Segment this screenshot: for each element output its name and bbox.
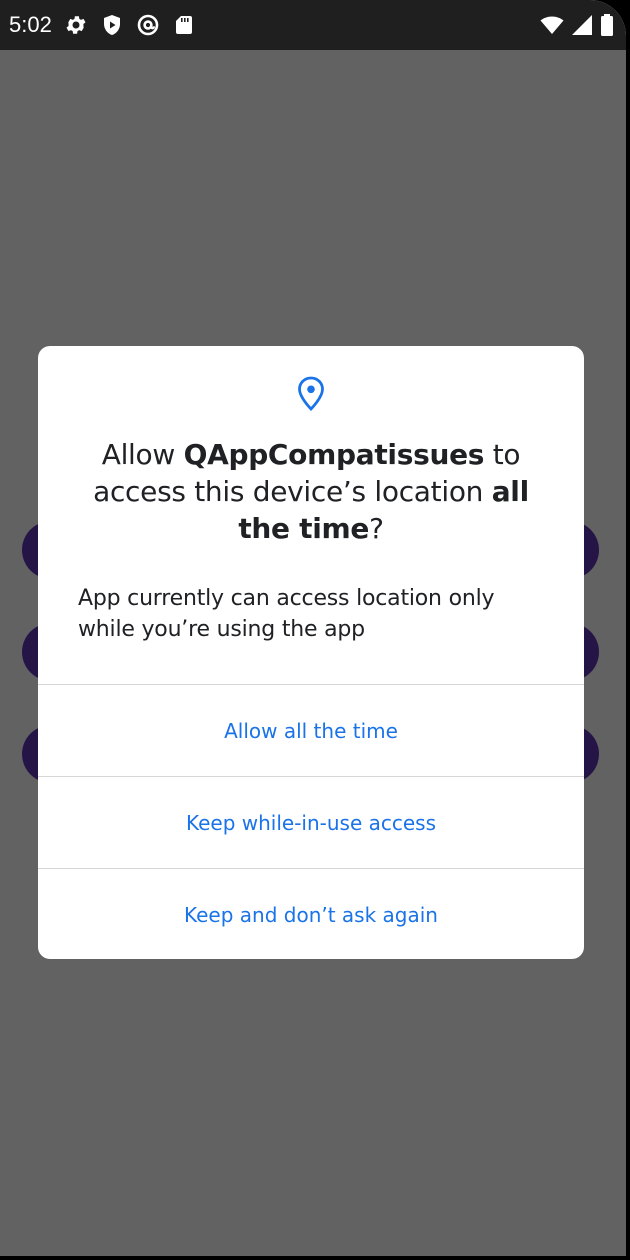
permission-dialog: Allow QAppCompatissues to access this de… xyxy=(38,346,584,959)
keep-and-dont-ask-again-button[interactable]: Keep and don’t ask again xyxy=(38,869,584,959)
status-bar: 5:02 xyxy=(0,0,626,50)
shield-play-icon xyxy=(100,13,124,37)
screen: 5:02 Allow QAppCompatissues to access th… xyxy=(0,0,626,1256)
status-time: 5:02 xyxy=(9,12,52,37)
sd-card-icon xyxy=(172,13,196,37)
location-pin-icon xyxy=(297,376,325,412)
title-suffix: ? xyxy=(369,512,384,545)
title-prefix: Allow xyxy=(101,438,184,471)
wifi-icon xyxy=(540,13,564,37)
app-name: QAppCompatissues xyxy=(183,438,485,471)
keep-while-in-use-button[interactable]: Keep while-in-use access xyxy=(38,777,584,868)
at-sign-icon xyxy=(136,13,160,37)
cellular-signal-icon xyxy=(570,13,594,37)
status-right-icons xyxy=(534,13,614,37)
dialog-title: Allow QAppCompatissues to access this de… xyxy=(68,436,554,547)
battery-icon xyxy=(600,13,614,37)
dialog-message: App currently can access location only w… xyxy=(78,586,495,642)
device-frame: 5:02 Allow QAppCompatissues to access th… xyxy=(0,0,630,1260)
gear-icon xyxy=(64,13,88,37)
allow-all-the-time-button[interactable]: Allow all the time xyxy=(38,685,584,776)
